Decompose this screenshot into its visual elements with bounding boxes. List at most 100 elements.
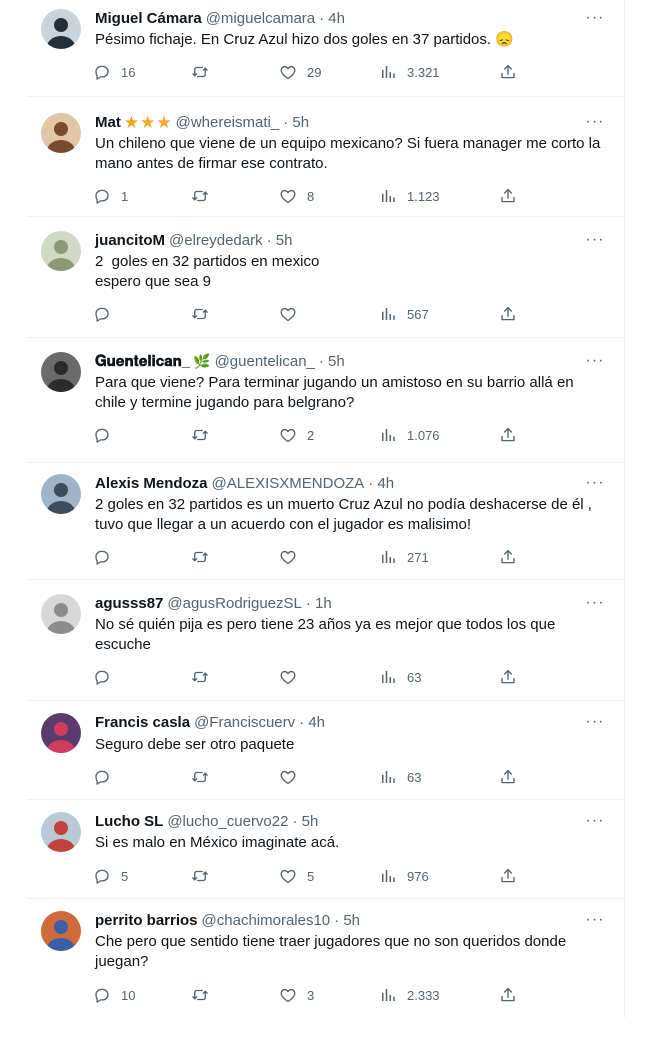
user-handle[interactable]: @miguelcamara xyxy=(206,10,315,27)
views-button[interactable]: 63 xyxy=(379,767,421,787)
reply-tweet[interactable]: Miguel Cámara @miguelcamara · 4h ··· Pésimo … xyxy=(27,0,625,96)
reply-tweet[interactable]: Francis casla @Franciscuerv · 4h ··· Seguro … xyxy=(27,700,625,799)
views-button[interactable]: 271 xyxy=(379,547,429,567)
user-avatar[interactable] xyxy=(41,9,81,49)
user-handle[interactable]: @ALEXISXMENDOZA xyxy=(212,475,365,492)
reply-tweet[interactable]: Mat ★ ★ ★ @whereismati_ · 5h ··· Un chileno que… xyxy=(27,96,625,216)
like-button[interactable]: 5 xyxy=(279,866,314,886)
more-options-button[interactable]: ··· xyxy=(584,593,606,613)
share-button[interactable] xyxy=(499,186,517,206)
timestamp[interactable]: · 5h xyxy=(319,353,345,370)
user-avatar[interactable] xyxy=(41,113,81,153)
display-name[interactable]: Francis casla xyxy=(95,714,190,731)
reply-button[interactable] xyxy=(93,304,111,324)
reply-tweet[interactable]: juancitoM @elreydedark · 5h ··· 2 goles en 3… xyxy=(27,216,625,337)
reply-button[interactable] xyxy=(93,767,111,787)
user-avatar[interactable] xyxy=(41,352,81,392)
timestamp[interactable]: · 1h xyxy=(306,595,332,612)
user-handle[interactable]: @agusRodriguezSL xyxy=(167,595,301,612)
display-name[interactable]: agusss87 xyxy=(95,595,163,612)
retweet-button[interactable] xyxy=(191,667,209,687)
share-button[interactable] xyxy=(499,985,517,1005)
like-button[interactable] xyxy=(279,304,297,324)
timestamp[interactable]: · 4h xyxy=(368,475,394,492)
reply-tweet[interactable]: agusss87 @agusRodriguezSL · 1h ··· No sé qui… xyxy=(27,579,625,700)
timestamp[interactable]: · 4h xyxy=(319,10,345,27)
reply-tweet[interactable]: Lucho SL @lucho_cuervo22 · 5h ··· Si es malo… xyxy=(27,799,625,898)
reply-button[interactable] xyxy=(93,425,111,445)
reply-tweet[interactable]: Alexis Mendoza @ALEXISXMENDOZA · 4h ··· 2 go… xyxy=(27,462,625,579)
user-avatar[interactable] xyxy=(41,713,81,753)
more-options-button[interactable]: ··· xyxy=(584,910,606,930)
reply-button[interactable]: 16 xyxy=(93,62,135,82)
share-button[interactable] xyxy=(499,547,517,567)
display-name[interactable]: Lucho SL xyxy=(95,813,163,830)
display-name[interactable]: Mat xyxy=(95,114,121,131)
display-name[interactable]: perrito barrios xyxy=(95,912,198,929)
retweet-button[interactable] xyxy=(191,62,209,82)
display-name[interactable]: Alexis Mendoza xyxy=(95,475,208,492)
retweet-button[interactable] xyxy=(191,985,209,1005)
like-button[interactable]: 2 xyxy=(279,425,314,445)
display-name[interactable]: Miguel Cámara xyxy=(95,10,202,27)
timestamp[interactable]: · 5h xyxy=(283,114,309,131)
more-options-button[interactable]: ··· xyxy=(584,351,606,371)
like-button[interactable]: 29 xyxy=(279,62,321,82)
retweet-button[interactable] xyxy=(191,866,209,886)
user-avatar[interactable] xyxy=(41,231,81,271)
retweet-button[interactable] xyxy=(191,547,209,567)
share-button[interactable] xyxy=(499,866,517,886)
reply-tweet[interactable]: 𝐆𝐮𝐞𝐧𝐭𝐞𝐥𝐢𝐜𝐚𝐧_ 🌿 @guentelican_ · 5h ··· Para qu… xyxy=(27,337,625,462)
retweet-button[interactable] xyxy=(191,186,209,206)
user-handle[interactable]: @lucho_cuervo22 xyxy=(167,813,288,830)
retweet-button[interactable] xyxy=(191,425,209,445)
user-handle[interactable]: @elreydedark xyxy=(169,232,263,249)
reply-button[interactable]: 1 xyxy=(93,186,128,206)
like-button[interactable] xyxy=(279,667,297,687)
more-options-button[interactable]: ··· xyxy=(584,112,606,132)
timestamp[interactable]: · 5h xyxy=(334,912,360,929)
user-handle[interactable]: @chachimorales10 xyxy=(202,912,331,929)
display-name[interactable]: juancitoM xyxy=(95,232,165,249)
views-button[interactable]: 3.321 xyxy=(379,62,440,82)
timestamp[interactable]: · 4h xyxy=(299,714,325,731)
views-button[interactable]: 63 xyxy=(379,667,421,687)
reply-button[interactable] xyxy=(93,667,111,687)
like-button[interactable] xyxy=(279,547,297,567)
display-name[interactable]: 𝐆𝐮𝐞𝐧𝐭𝐞𝐥𝐢𝐜𝐚𝐧_ xyxy=(95,353,190,370)
share-button[interactable] xyxy=(499,62,517,82)
tweet-actions: 271 xyxy=(93,547,523,567)
user-avatar[interactable] xyxy=(41,594,81,634)
more-options-button[interactable]: ··· xyxy=(584,712,606,732)
views-button[interactable]: 2.333 xyxy=(379,985,440,1005)
timestamp[interactable]: · 5h xyxy=(292,813,318,830)
reply-tweet[interactable]: perrito barrios @chachimorales10 · 5h ··· Ch… xyxy=(27,898,625,1018)
more-options-button[interactable]: ··· xyxy=(584,811,606,831)
user-handle[interactable]: @Franciscuerv xyxy=(194,714,295,731)
reply-button[interactable] xyxy=(93,547,111,567)
like-button[interactable]: 8 xyxy=(279,186,314,206)
user-handle[interactable]: @guentelican_ xyxy=(215,353,315,370)
reply-button[interactable]: 5 xyxy=(93,866,128,886)
more-options-button[interactable]: ··· xyxy=(584,8,606,28)
user-handle[interactable]: @whereismati_ xyxy=(176,114,280,131)
share-button[interactable] xyxy=(499,425,517,445)
views-button[interactable]: 1.076 xyxy=(379,425,440,445)
retweet-button[interactable] xyxy=(191,304,209,324)
user-avatar[interactable] xyxy=(41,474,81,514)
more-options-button[interactable]: ··· xyxy=(584,230,606,250)
retweet-button[interactable] xyxy=(191,767,209,787)
views-button[interactable]: 1.123 xyxy=(379,186,440,206)
like-button[interactable] xyxy=(279,767,297,787)
more-options-button[interactable]: ··· xyxy=(584,473,606,493)
share-button[interactable] xyxy=(499,767,517,787)
views-button[interactable]: 567 xyxy=(379,304,429,324)
user-avatar[interactable] xyxy=(41,812,81,852)
timestamp[interactable]: · 5h xyxy=(267,232,293,249)
like-button[interactable]: 3 xyxy=(279,985,314,1005)
reply-button[interactable]: 10 xyxy=(93,985,135,1005)
share-button[interactable] xyxy=(499,304,517,324)
user-avatar[interactable] xyxy=(41,911,81,951)
views-button[interactable]: 976 xyxy=(379,866,429,886)
share-button[interactable] xyxy=(499,667,517,687)
